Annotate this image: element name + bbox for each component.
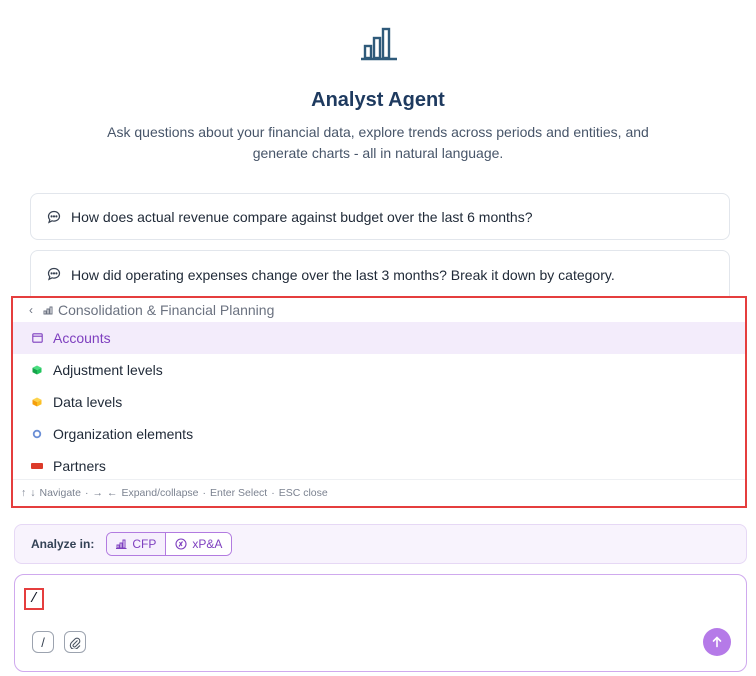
chat-bubble-icon <box>47 210 61 224</box>
option-label: CFP <box>132 537 157 551</box>
circle-icon <box>31 428 43 440</box>
dropdown-item-accounts[interactable]: Accounts <box>13 322 745 354</box>
analyze-option-cfp[interactable]: CFP <box>107 533 166 555</box>
analyze-in-bar: Analyze in: CFP xP&A <box>14 524 747 564</box>
item-label: Data levels <box>53 394 123 410</box>
arrow-down-icon: ↓ <box>30 487 36 499</box>
paperclip-icon <box>69 636 81 649</box>
breadcrumb-label: Consolidation & Financial Planning <box>58 302 275 318</box>
bar-chart-icon <box>43 306 53 315</box>
item-label: Accounts <box>53 330 111 346</box>
page-subtitle: Ask questions about your financial data,… <box>107 124 649 161</box>
message-input[interactable] <box>24 588 44 610</box>
chevron-left-icon[interactable]: ‹ <box>29 303 33 317</box>
dropdown-item-partners[interactable]: Partners <box>13 450 745 482</box>
green-cube-icon <box>31 364 43 376</box>
suggestion-card[interactable]: How does actual revenue compare against … <box>30 193 730 240</box>
message-composer: / <box>14 574 747 672</box>
option-label: xP&A <box>192 537 223 551</box>
send-button[interactable] <box>703 628 731 656</box>
arrow-left-icon: ← <box>106 487 118 499</box>
bar-chart-icon <box>116 539 127 549</box>
footer-separator: · <box>271 487 275 499</box>
analyze-target-toggle: CFP xP&A <box>106 532 233 556</box>
table-icon <box>31 332 43 344</box>
command-dropdown: ‹ Consolidation & Financial Planning Acc… <box>11 296 747 508</box>
dropdown-footer: ↑ ↓ Navigate · → ← Expand/collapse · Ent… <box>13 479 745 506</box>
arrow-up-icon: ↑ <box>21 487 27 499</box>
orange-cube-icon <box>31 396 43 408</box>
item-label: Organization elements <box>53 426 194 442</box>
arrow-right-icon: → <box>92 487 103 499</box>
item-label: Partners <box>53 458 106 474</box>
item-label: Adjustment levels <box>53 362 163 378</box>
page-title: Analyst Agent <box>311 89 445 111</box>
dropdown-item-data-levels[interactable]: Data levels <box>13 386 745 418</box>
slash-label: / <box>41 634 45 650</box>
bar-chart-icon <box>361 26 401 62</box>
dropdown-item-adjustment-levels[interactable]: Adjustment levels <box>13 354 745 386</box>
footer-expand: Expand/collapse <box>121 487 199 499</box>
suggestion-text: How did operating expenses change over t… <box>71 267 615 283</box>
footer-close: ESC close <box>278 487 328 499</box>
chat-bubble-icon <box>47 267 61 281</box>
suggestion-text: How does actual revenue compare against … <box>71 208 533 225</box>
analyze-option-xpa[interactable]: xP&A <box>165 533 232 555</box>
dropdown-item-organization-elements[interactable]: Organization elements <box>13 418 745 450</box>
red-flag-icon <box>31 460 43 472</box>
slash-command-button[interactable]: / <box>32 631 54 653</box>
dropdown-breadcrumb[interactable]: ‹ Consolidation & Financial Planning <box>13 298 745 322</box>
footer-navigate: Navigate <box>39 487 81 499</box>
attach-button[interactable] <box>64 631 86 653</box>
footer-separator: · <box>202 487 207 499</box>
analyze-label: Analyze in: <box>31 537 95 551</box>
footer-separator: · <box>84 487 89 499</box>
footer-select: Enter Select <box>210 487 268 499</box>
arrow-up-icon <box>711 636 723 648</box>
xpa-logo-icon <box>175 538 187 550</box>
